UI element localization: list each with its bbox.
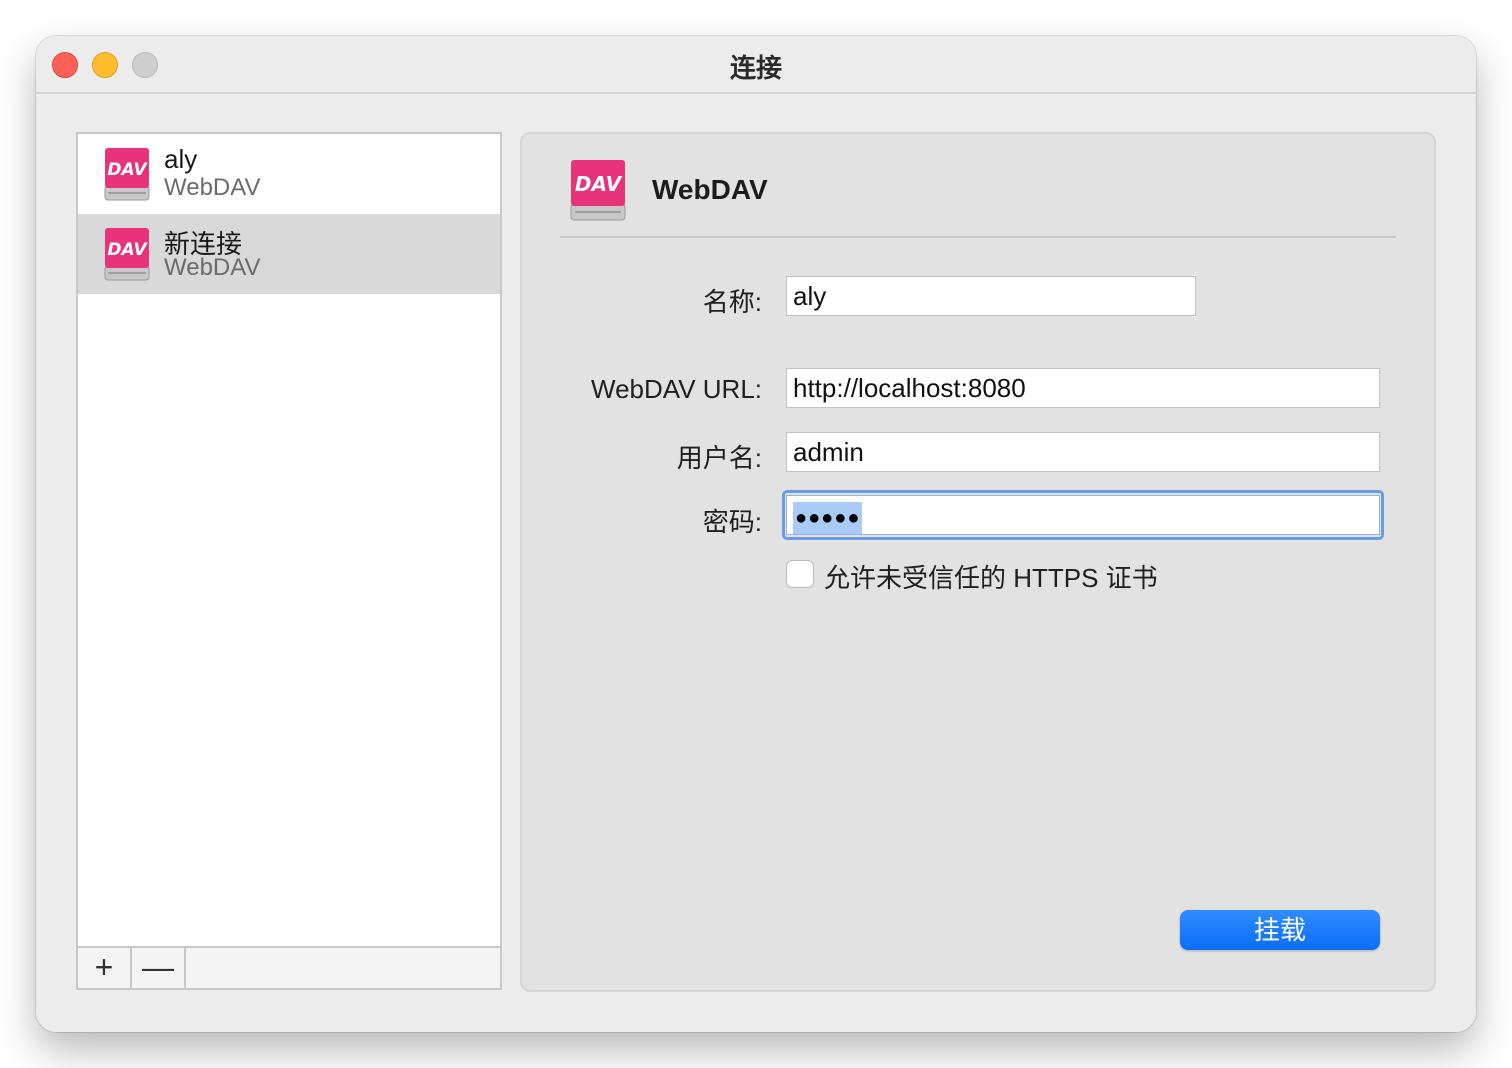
password-field[interactable]: ●●●●● [786,495,1380,535]
connection-list: DAV aly WebDAV DAV 新连接 WebDAV [78,134,500,294]
title-bar: 连接 [36,36,1476,94]
allow-untrusted-https-label[interactable]: 允许未受信任的 HTTPS 证书 [824,558,1158,595]
connection-sidebar: DAV aly WebDAV DAV 新连接 WebDAV + — [76,132,502,990]
svg-text:DAV: DAV [107,160,148,180]
add-connection-button[interactable]: + [78,948,132,988]
connection-item-aly[interactable]: DAV aly WebDAV [78,134,500,214]
webdav-drive-icon: DAV [104,148,150,201]
connection-detail-panel: DAV WebDAV 名称: aly WebDAV URL: http://lo… [520,132,1436,992]
webdav-drive-icon: DAV [570,160,626,221]
password-label: 密码: [702,507,762,537]
webdav-drive-icon: DAV [104,228,150,281]
window-content: DAV aly WebDAV DAV 新连接 WebDAV + — DAV We… [36,94,1476,1032]
panel-divider [560,236,1396,238]
username-label: 用户名: [676,443,762,473]
mount-button[interactable]: 挂载 [1180,910,1380,950]
sidebar-toolbar: + — [78,946,500,988]
url-field[interactable]: http://localhost:8080 [786,368,1380,408]
username-field[interactable]: admin [786,432,1380,472]
allow-untrusted-https-checkbox[interactable] [786,560,814,588]
password-selection: ●●●●● [793,502,863,534]
connection-name: aly [164,144,198,174]
name-label: 名称: [702,287,762,317]
connection-type: WebDAV [164,254,261,281]
connection-type: WebDAV [164,174,261,201]
connection-item-new[interactable]: DAV 新连接 WebDAV [78,214,500,294]
name-field[interactable]: aly [786,276,1196,316]
url-label: WebDAV URL: [591,374,762,404]
connection-window: 连接 DAV aly WebDAV DAV 新连接 WebDAV + — DAV… [36,36,1476,1032]
panel-title: WebDAV [652,174,768,205]
remove-connection-button[interactable]: — [132,948,186,988]
window-title: 连接 [729,53,782,83]
svg-text:DAV: DAV [575,172,623,196]
svg-text:DAV: DAV [107,240,148,260]
